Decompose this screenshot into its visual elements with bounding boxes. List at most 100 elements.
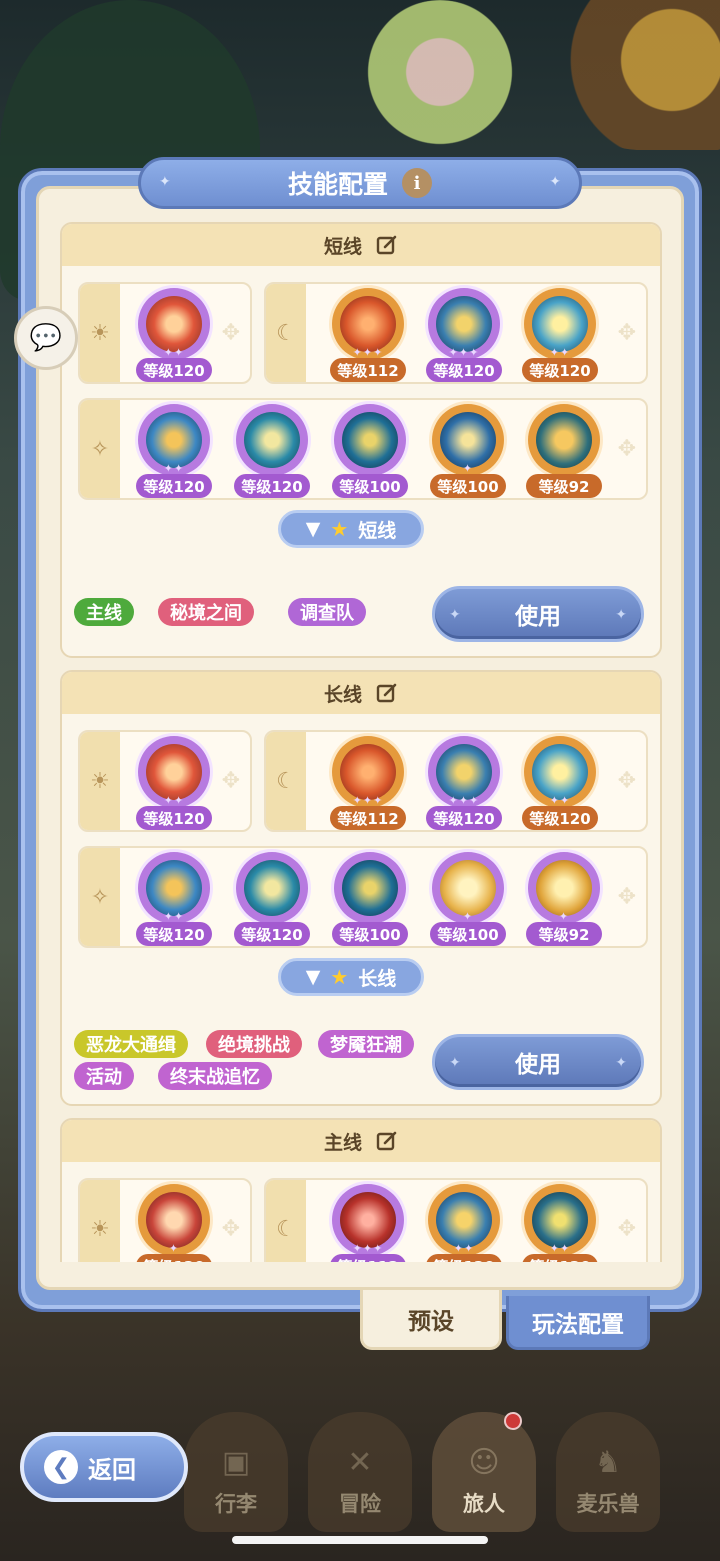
background-creature [560, 0, 720, 150]
preset-dropdown-label: 长线 [358, 967, 397, 990]
skill-level-badge: 等级92 [526, 922, 602, 946]
nav-label: 行李 [215, 1492, 257, 1516]
skill-slot[interactable]: ✦ 等级100 [430, 852, 506, 946]
skill-slot-group-moon: ☾ ✥ ✦✦✦ 等级112 ✦✦✦ 等级120 ✦✦ 等级120 [264, 730, 648, 832]
back-button[interactable]: ❮ 返回 [20, 1432, 188, 1502]
moon-icon: ☾ [266, 732, 306, 830]
nav-item-bag[interactable]: ▣ 行李 [184, 1412, 288, 1532]
skill-slot[interactable]: 等级92 [526, 404, 602, 498]
nav-item-traveler[interactable]: ☺ 旅人 [432, 1412, 536, 1532]
skill-icon [340, 296, 396, 352]
skill-icon [244, 860, 300, 916]
preset-dropdown[interactable]: ▼ ★ 短线 [278, 510, 424, 548]
skill-slot[interactable]: ✦✦ 等级120 [426, 1184, 502, 1262]
skill-slot[interactable]: ✦✦✦ 等级120 [426, 736, 502, 830]
skill-icon [146, 1192, 202, 1248]
skill-level-badge: 等级120 [234, 922, 310, 946]
skill-icon-ring [236, 404, 308, 476]
edit-icon[interactable] [376, 234, 398, 256]
skill-preset-card: 主线 ☀ ✥ ✦ 等级120 ☾ ✥ ✦✦✦ 等级112 [60, 1118, 662, 1262]
sparkle-icon: ✧ [80, 400, 120, 498]
skill-icon [340, 744, 396, 800]
dropdown-arrow-icon: ▼ [305, 518, 321, 540]
skill-level-badge: 等级120 [426, 806, 502, 830]
mode-tag: 活动 [74, 1062, 134, 1090]
skill-icon [342, 412, 398, 468]
skill-slot[interactable]: 等级100 [332, 404, 408, 498]
sparkle-icon: ✧ [80, 848, 120, 946]
use-button-label: 使用 [515, 1052, 561, 1078]
skill-slot[interactable]: 等级120 [234, 404, 310, 498]
nav-label: 冒险 [339, 1492, 381, 1516]
skill-level-badge: 等级120 [426, 358, 502, 382]
use-button[interactable]: ✦ 使用 ✦ [432, 1034, 644, 1090]
card-header: 长线 [62, 672, 660, 714]
skill-slot[interactable]: ✦✦✦ 等级120 [426, 288, 502, 382]
skill-slot[interactable]: ✦✦ 等级120 [136, 852, 212, 946]
moon-icon: ☾ [266, 1180, 306, 1262]
skill-icon [436, 296, 492, 352]
skill-level-badge: 等级120 [234, 474, 310, 498]
bag-icon: ▣ [221, 1445, 251, 1480]
sun-icon: ☀ [80, 1180, 120, 1262]
skill-slot[interactable]: ✦✦ 等级120 [522, 288, 598, 382]
mode-tag: 恶龙大通缉 [74, 1030, 188, 1058]
skill-level-badge: 等级100 [430, 474, 506, 498]
skill-slot[interactable]: ✦✦ 等级120 [136, 288, 212, 382]
nav-item-adventure[interactable]: ✕ 冒险 [308, 1412, 412, 1532]
skill-slot[interactable]: ✦✦✦ 等级112 [330, 288, 406, 382]
traveler-icon: ☺ [468, 1445, 500, 1480]
skill-slot[interactable]: ✦✦✦ 等级112 [330, 1184, 406, 1262]
moon-icon: ☾ [266, 284, 306, 382]
edit-icon[interactable] [376, 682, 398, 704]
skill-icon [536, 860, 592, 916]
edit-icon[interactable] [376, 1130, 398, 1152]
skill-level-badge: 等级120 [136, 1254, 212, 1262]
skill-icon-ring [334, 852, 406, 924]
panel-title-banner: ✦ 技能配置 i ✦ [138, 157, 582, 209]
skill-preset-card: 短线 ☀ ✥ ✦✦ 等级120 ☾ ✥ ✦✦✦ 等级112 ✦✦✦ 等级120 … [60, 222, 662, 658]
skill-icon [244, 412, 300, 468]
skill-icon [436, 744, 492, 800]
skill-slot[interactable]: ✦ 等级120 [136, 1184, 212, 1262]
skill-slot[interactable]: ✦ 等级100 [430, 404, 506, 498]
skill-slot[interactable]: ✦ 等级92 [526, 852, 602, 946]
skill-slot-group-moon: ☾ ✥ ✦✦✦ 等级112 ✦✦✦ 等级120 ✦✦ 等级120 [264, 282, 648, 384]
skill-level-badge: 等级100 [430, 922, 506, 946]
skill-slot[interactable]: ✦✦✦ 等级112 [330, 736, 406, 830]
back-arrow-icon: ❮ [44, 1450, 78, 1484]
skill-slot[interactable]: ✦✦ 等级120 [522, 1184, 598, 1262]
mode-tag: 梦魇狂潮 [318, 1030, 414, 1058]
nav-item-pet[interactable]: ♞ 麦乐兽 [556, 1412, 660, 1532]
decoration-icon: ✥ [221, 1216, 240, 1242]
skill-slot[interactable]: 等级100 [332, 852, 408, 946]
mode-tag: 主线 [74, 598, 134, 626]
info-icon[interactable]: i [402, 168, 432, 198]
skill-level-badge: 等级120 [136, 922, 212, 946]
tab-play-config[interactable]: 玩法配置 [506, 1296, 650, 1350]
skill-icon [146, 860, 202, 916]
skill-slot-group-sun: ☀ ✥ ✦✦ 等级120 [78, 730, 252, 832]
skill-slot[interactable]: ✦✦ 等级120 [136, 404, 212, 498]
preset-dropdown[interactable]: ▼ ★ 长线 [278, 958, 424, 996]
decoration-icon: ✥ [221, 320, 240, 346]
use-button[interactable]: ✦ 使用 ✦ [432, 586, 644, 642]
skill-slot[interactable]: ✦✦ 等级120 [522, 736, 598, 830]
decoration-icon: ✥ [221, 768, 240, 794]
skill-level-badge: 等级120 [136, 358, 212, 382]
skill-slot-group-moon: ☾ ✥ ✦✦✦ 等级112 ✦✦ 等级120 ✦✦ 等级120 [264, 1178, 648, 1262]
star-icon: ★ [330, 965, 349, 989]
skill-slot[interactable]: ✦✦ 等级120 [136, 736, 212, 830]
home-indicator[interactable] [232, 1536, 488, 1544]
skill-icon [436, 1192, 492, 1248]
mode-tag: 终末战追忆 [158, 1062, 272, 1090]
skill-icon [532, 1192, 588, 1248]
skill-config-list[interactable]: 短线 ☀ ✥ ✦✦ 等级120 ☾ ✥ ✦✦✦ 等级112 ✦✦✦ 等级120 … [60, 222, 662, 1262]
card-title: 主线 [323, 1131, 362, 1154]
chat-bubble-icon[interactable]: 💬 [14, 306, 78, 370]
skill-icon [146, 296, 202, 352]
mode-tag: 绝境挑战 [206, 1030, 302, 1058]
card-header: 短线 [62, 224, 660, 266]
tab-preset[interactable]: 预设 [360, 1290, 502, 1350]
skill-slot[interactable]: 等级120 [234, 852, 310, 946]
